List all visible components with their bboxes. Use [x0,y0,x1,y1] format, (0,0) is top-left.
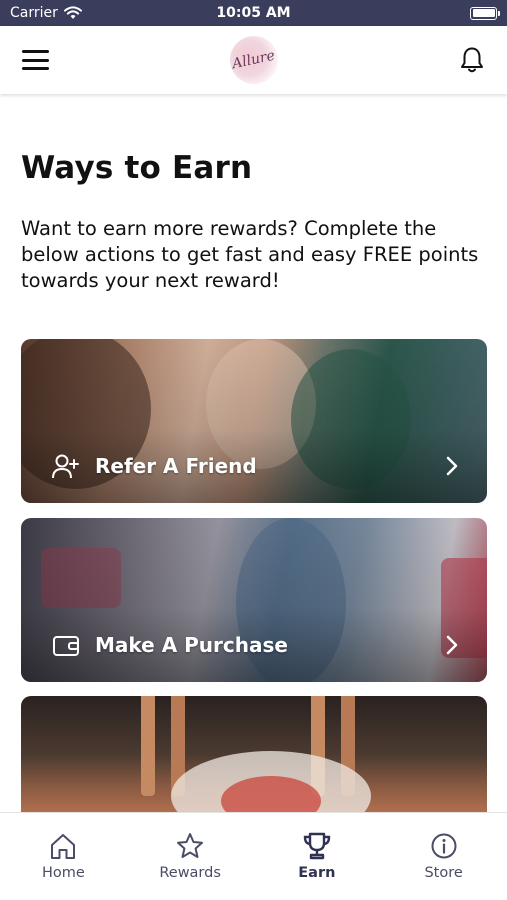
candle-shape [141,696,155,796]
card-label-row: Make A Purchase [51,630,459,660]
chevron-right-icon [446,456,458,476]
make-a-purchase-card[interactable]: Make A Purchase [21,518,487,682]
page-description: Want to earn more rewards? Complete the … [21,217,479,292]
brand-logo[interactable]: Allure [230,36,278,84]
tab-label: Store [424,865,463,881]
card-label: Make A Purchase [95,633,288,657]
wallet-icon [53,636,79,656]
tab-rewards[interactable]: Rewards [127,813,254,900]
chevron-right-icon [446,635,458,655]
card-label-row: Refer A Friend [51,451,459,481]
carrier-label: Carrier [10,5,58,21]
tab-store[interactable]: Store [380,813,507,900]
card-label: Refer A Friend [95,454,257,478]
trophy-icon [303,832,331,860]
battery-icon [470,6,500,20]
hamburger-menu-icon[interactable] [22,50,49,70]
refer-a-friend-card[interactable]: Refer A Friend [21,339,487,503]
home-icon [51,834,76,859]
tab-home[interactable]: Home [0,813,127,900]
main-content[interactable]: Ways to Earn Want to earn more rewards? … [0,94,507,812]
tab-label: Rewards [159,865,221,881]
add-user-icon [52,454,79,479]
tab-label: Home [41,865,85,881]
status-left: Carrier [10,5,82,21]
logo-text: Allure [231,47,277,73]
page-title: Ways to Earn [21,150,253,186]
tab-earn[interactable]: Earn [254,813,381,900]
app-header: Allure [0,26,507,94]
earn-action-card[interactable] [21,696,487,812]
bell-icon[interactable] [459,46,485,74]
battery-level [472,9,495,17]
info-icon [431,833,457,859]
star-icon [177,833,204,858]
wifi-icon [63,6,82,19]
tab-label: Earn [298,865,336,881]
bottom-tab-bar: Home Rewards Earn Store [0,812,507,900]
status-bar: Carrier 10:05 AM [0,0,507,26]
